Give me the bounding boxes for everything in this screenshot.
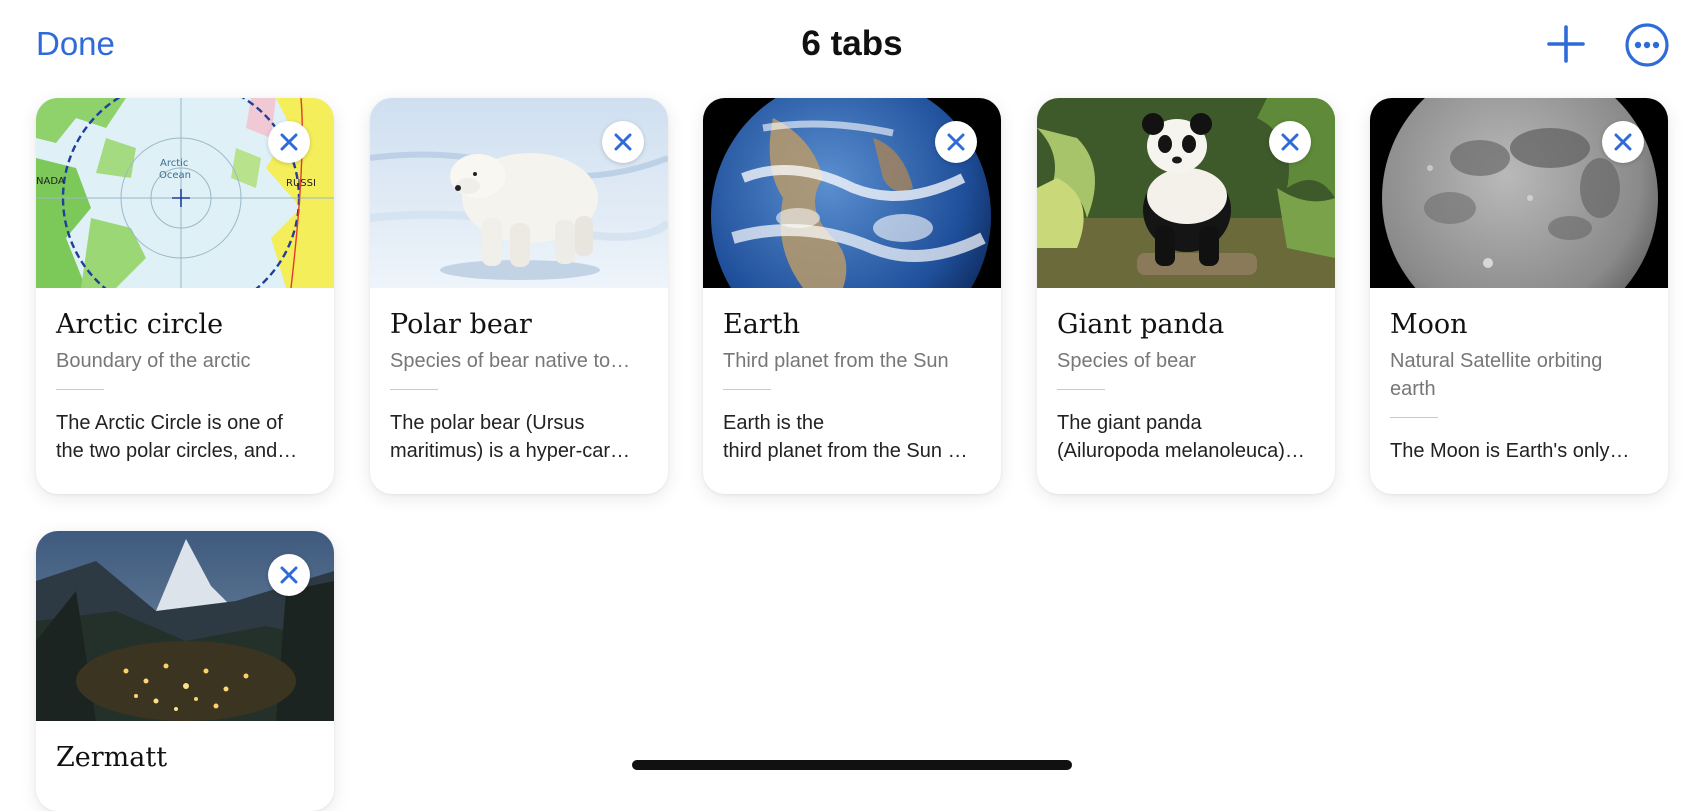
tab-description: The polar bear (Ursus maritimus) is a hy… (390, 412, 631, 462)
close-icon (614, 133, 632, 151)
close-icon (947, 133, 965, 151)
tab-description: The Moon is Earth's only… (1390, 440, 1630, 462)
map-label-right: RUSSI (286, 178, 316, 189)
tab-title: Arctic circle (56, 309, 224, 340)
divider (56, 389, 104, 390)
tab-subtitle: Species of bear (1057, 350, 1196, 372)
tab-title: Moon (1390, 309, 1468, 340)
done-button[interactable]: Done (36, 24, 115, 64)
ellipsis-circle-icon[interactable] (1624, 22, 1670, 68)
map-label-ocean-2: Ocean (159, 170, 191, 181)
tab-subtitle: Species of bear native to… (390, 350, 631, 372)
tab-subtitle: Boundary of the arctic (56, 350, 251, 372)
divider (723, 389, 771, 390)
tab-card-earth[interactable]: Earth Third planet from the Sun Earth is… (703, 98, 1001, 494)
plus-icon[interactable] (1546, 24, 1586, 64)
divider (1057, 389, 1105, 390)
tab-card-arctic-circle[interactable]: Arctic Ocean NADA RUSSI Arctic circle Bo… (36, 98, 334, 494)
map-label-left: NADA (36, 176, 65, 187)
divider (390, 389, 438, 390)
close-icon (1281, 133, 1299, 151)
close-tab-button[interactable] (1269, 121, 1311, 163)
tab-title: Giant panda (1057, 309, 1225, 340)
tab-description: The giant panda (Ailuropoda melanoleuca)… (1057, 412, 1305, 462)
tab-title: Earth (723, 309, 800, 340)
close-icon (280, 566, 298, 584)
close-tab-button[interactable] (268, 121, 310, 163)
close-tab-button[interactable] (268, 554, 310, 596)
home-indicator[interactable] (632, 760, 1072, 770)
tab-card-zermatt[interactable]: Zermatt (36, 531, 334, 811)
close-tab-button[interactable] (602, 121, 644, 163)
close-icon (280, 133, 298, 151)
close-tab-button[interactable] (1602, 121, 1644, 163)
top-bar: Done 6 tabs (0, 0, 1704, 92)
tab-title: Polar bear (390, 309, 532, 340)
divider (1390, 417, 1438, 418)
tab-description: The Arctic Circle is one of the two pola… (56, 412, 298, 462)
tab-subtitle: Third planet from the Sun (723, 350, 949, 372)
page-title: 6 tabs (801, 24, 903, 63)
tab-card-polar-bear[interactable]: Polar bear Species of bear native to… Th… (370, 98, 668, 494)
close-icon (1614, 133, 1632, 151)
map-label-ocean: Arctic (160, 158, 188, 169)
tab-subtitle: Natural Satellite orbiting earth (1390, 350, 1603, 400)
tab-card-moon[interactable]: Moon Natural Satellite orbiting earth Th… (1370, 98, 1668, 494)
tab-description: Earth is the third planet from the Sun … (723, 412, 968, 462)
tab-title: Zermatt (56, 742, 168, 773)
close-tab-button[interactable] (935, 121, 977, 163)
tab-card-giant-panda[interactable]: Giant panda Species of bear The giant pa… (1037, 98, 1335, 494)
